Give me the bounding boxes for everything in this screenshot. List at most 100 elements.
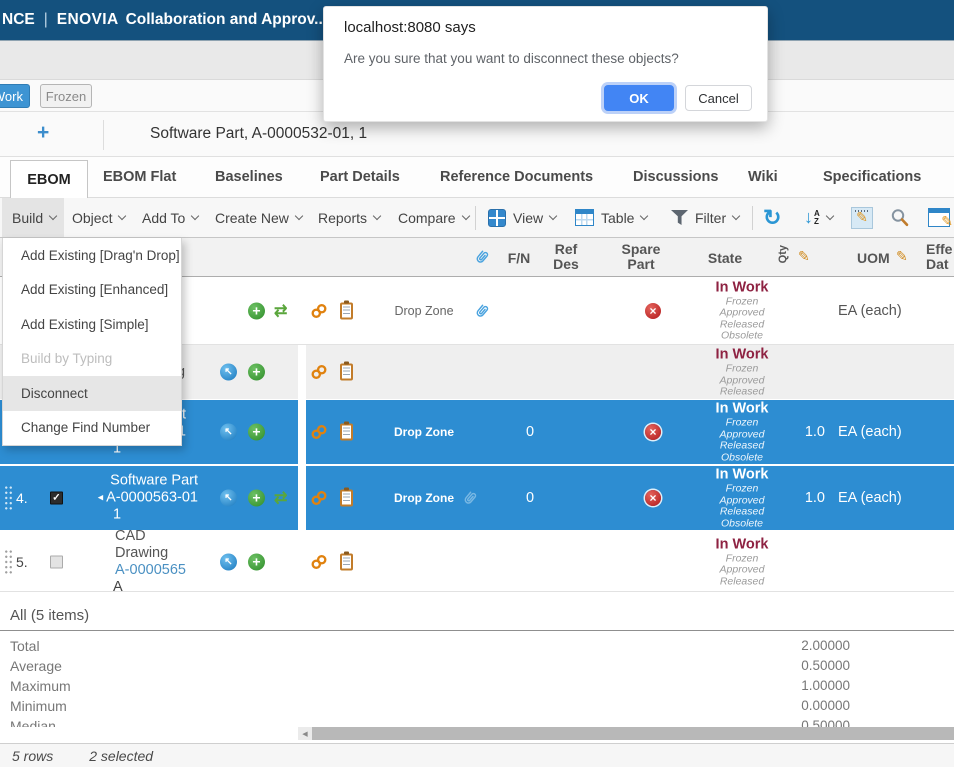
uom-edit-pencil-icon[interactable]: ✎: [896, 248, 908, 265]
replace-revision-icon[interactable]: ⇄: [274, 301, 287, 321]
spare-part-no-icon[interactable]: ×: [645, 303, 661, 319]
replace-revision-icon[interactable]: ⇄: [274, 488, 287, 508]
scroll-left-arrow-icon[interactable]: ◀: [298, 730, 312, 738]
title-divider: [103, 120, 104, 150]
summary-label: Median: [10, 718, 56, 727]
row-checkbox[interactable]: ✓: [50, 492, 63, 505]
spare-part-no-icon[interactable]: ×: [645, 490, 661, 506]
drop-zone[interactable]: Drop Zone: [378, 425, 470, 439]
expand-marker-icon[interactable]: ◀: [98, 495, 103, 502]
summary-row-median: Median0.50000: [0, 718, 954, 727]
spare-part-no-icon[interactable]: ×: [645, 424, 661, 440]
scrollbar-thumb[interactable]: [312, 727, 954, 740]
row-checkbox[interactable]: [50, 555, 63, 568]
add-child-icon[interactable]: +: [248, 424, 265, 441]
table-row-5[interactable]: 5.CAD DrawingA-0000565A↖+In WorkFrozenAp…: [0, 532, 954, 592]
view-menu-button[interactable]: View: [488, 198, 556, 237]
add-child-icon[interactable]: +: [248, 302, 265, 319]
search-button[interactable]: [889, 198, 911, 237]
search-icon: [889, 207, 911, 229]
clipboard-icon[interactable]: [340, 490, 353, 507]
filter-menu-button[interactable]: Filter: [671, 198, 739, 237]
tab-baselines[interactable]: Baselines: [215, 169, 283, 185]
attachment-column-paperclip-icon[interactable]: [474, 249, 490, 265]
go-to-icon[interactable]: ↖: [220, 490, 237, 507]
reports-menu-button[interactable]: Reports: [318, 198, 380, 237]
mass-edit-button[interactable]: ✎: [928, 198, 950, 237]
compare-menu-button[interactable]: Compare: [398, 198, 469, 237]
column-divider: [298, 466, 306, 530]
frozen-toggle-button[interactable]: Frozen: [40, 84, 92, 108]
add-child-icon[interactable]: +: [248, 490, 265, 507]
menu-item-change-find-number[interactable]: Change Find Number: [3, 411, 181, 446]
column-header-fn[interactable]: F/N: [500, 250, 538, 266]
connect-link-icon[interactable]: [310, 489, 328, 507]
tab-wiki[interactable]: Wiki: [748, 169, 778, 185]
summary-value: 2.00000: [801, 638, 850, 653]
cancel-button[interactable]: Cancel: [685, 85, 752, 111]
browser-confirm-dialog: localhost:8080 says Are you sure that yo…: [323, 6, 768, 122]
clipboard-icon[interactable]: [340, 424, 353, 441]
build-menu-button[interactable]: Build: [2, 198, 64, 237]
create-new-menu-button[interactable]: Create New: [215, 198, 302, 237]
drop-zone[interactable]: Drop Zone: [378, 491, 470, 505]
refresh-button[interactable]: ↻: [763, 198, 781, 237]
chevron-down-icon: [640, 212, 648, 220]
connect-link-icon[interactable]: [310, 553, 328, 571]
paperclip-icon[interactable]: [462, 490, 478, 506]
tab-ebom[interactable]: EBOM: [10, 160, 88, 199]
edit-button[interactable]: ✎: [851, 198, 873, 237]
chevron-down-icon: [549, 212, 557, 220]
column-header-state[interactable]: State: [702, 250, 748, 266]
tab-part-details[interactable]: Part Details: [320, 169, 400, 185]
sort-button[interactable]: ↓AZ: [804, 198, 833, 237]
go-to-icon[interactable]: ↖: [220, 424, 237, 441]
column-header-uom[interactable]: UOM: [857, 250, 890, 266]
connect-link-icon[interactable]: [310, 423, 328, 441]
menu-item-disconnect[interactable]: Disconnect: [3, 376, 181, 411]
paperclip-icon[interactable]: [474, 303, 490, 319]
menu-item-add-existing-simple-[interactable]: Add Existing [Simple]: [3, 307, 181, 342]
go-to-icon[interactable]: ↖: [220, 364, 237, 381]
column-header-spare-part[interactable]: Spare Part: [608, 242, 674, 272]
state-cell: In WorkFrozenApprovedReleased: [672, 536, 812, 588]
summary-label: Total: [10, 638, 40, 654]
clipboard-icon[interactable]: [340, 553, 353, 570]
revision: A: [80, 579, 198, 596]
ok-button[interactable]: OK: [604, 85, 674, 111]
menu-item-build-by-typing: Build by Typing: [3, 342, 181, 377]
add-child-icon[interactable]: +: [248, 364, 265, 381]
go-to-icon[interactable]: ↖: [220, 553, 237, 570]
add-to-menu-button[interactable]: Add To: [142, 198, 198, 237]
row-count: 5 rows: [12, 748, 53, 764]
tab-discussions[interactable]: Discussions: [633, 169, 718, 185]
menu-item-add-existing-enhanced-[interactable]: Add Existing [Enhanced]: [3, 273, 181, 308]
table-menu-button[interactable]: Table: [575, 198, 647, 237]
uom-cell: EA (each): [838, 490, 950, 506]
drag-handle-icon[interactable]: [4, 549, 13, 575]
chevron-down-icon: [826, 212, 834, 220]
add-child-icon[interactable]: +: [248, 553, 265, 570]
tab-specifications[interactable]: Specifications: [823, 169, 921, 185]
horizontal-scrollbar[interactable]: ◀: [298, 727, 954, 740]
summary-row-average: Average0.50000: [0, 658, 954, 678]
object-menu-button[interactable]: Object: [72, 198, 125, 237]
revision: 1: [80, 507, 198, 524]
menu-item-add-existing-drag-n-drop-[interactable]: Add Existing [Drag'n Drop]: [3, 238, 181, 273]
column-header-qty[interactable]: Qty: [777, 245, 789, 263]
tab-ebom-flat[interactable]: EBOM Flat: [103, 169, 176, 185]
clipboard-icon[interactable]: [340, 364, 353, 381]
drop-zone[interactable]: Drop Zone: [378, 304, 470, 318]
connect-link-icon[interactable]: [310, 363, 328, 381]
column-header-eff-date[interactable]: EffeDat: [926, 242, 954, 272]
tab-reference-documents[interactable]: Reference Documents: [440, 169, 593, 185]
clipboard-icon[interactable]: [340, 302, 353, 319]
work-toggle-button[interactable]: Work: [0, 84, 30, 108]
qty-edit-pencil-icon[interactable]: ✎: [798, 248, 810, 265]
drag-handle-icon[interactable]: [4, 485, 13, 511]
table-row-4[interactable]: 4.✓Software Part◀A-0000563-011↖+⇄Drop Zo…: [0, 466, 954, 532]
part-number[interactable]: A-0000565: [115, 562, 186, 578]
expand-plus-icon[interactable]: +: [37, 121, 49, 145]
connect-link-icon[interactable]: [310, 302, 328, 320]
column-header-ref-des[interactable]: Ref Des: [544, 242, 588, 272]
